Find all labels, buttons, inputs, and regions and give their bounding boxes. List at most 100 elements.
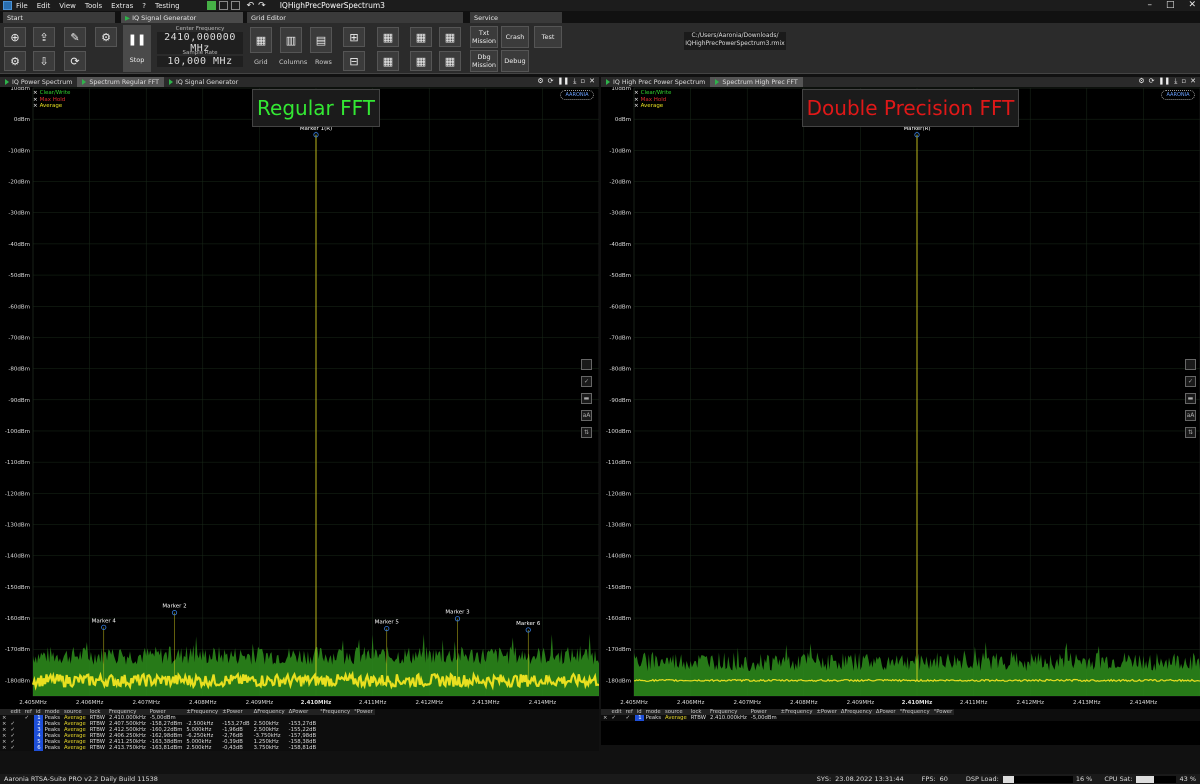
close-icon[interactable]: ✕ <box>1188 0 1196 10</box>
sync-icon[interactable]: ⟳ <box>1149 77 1155 86</box>
minimize-icon[interactable]: – <box>1147 0 1152 10</box>
legend-toggle-icon[interactable]: × <box>634 103 639 110</box>
rows-label[interactable]: Rows <box>315 58 332 66</box>
device-settings-icon[interactable]: ⚙ <box>95 27 117 47</box>
list-view-icon[interactable] <box>218 1 228 10</box>
gear-icon[interactable]: ⚙ <box>537 77 543 86</box>
menu-tools[interactable]: Tools <box>85 2 102 10</box>
crash-button[interactable]: Crash <box>501 26 529 48</box>
pause-icon[interactable]: ❚❚ <box>1159 77 1171 86</box>
settings-icon[interactable]: ⚙ <box>4 51 26 71</box>
close-icon[interactable]: ✕ <box>589 77 595 86</box>
tab-service[interactable]: Service <box>470 12 562 23</box>
layout-c-icon[interactable]: ▦ <box>410 27 432 47</box>
font-size-icon[interactable]: aA <box>1185 410 1196 421</box>
txt-mission-button[interactable]: Txt Mission <box>470 26 498 48</box>
pin-icon[interactable]: ▫ <box>1181 77 1186 86</box>
table-cell[interactable]: × <box>601 715 609 721</box>
layout-a-icon[interactable]: ▦ <box>377 27 399 47</box>
download-icon[interactable]: ⤓ <box>573 77 576 86</box>
table-header[interactable]: °Power <box>931 709 955 715</box>
table-cell[interactable]: ✓ <box>609 715 623 721</box>
redo-icon[interactable]: ↷ <box>258 1 266 11</box>
pause-icon[interactable]: ❚❚ <box>558 77 570 86</box>
table-row[interactable]: × ✓ 6 Peaks Average RTBW 2.413.750kHz -163,81dB… <box>0 745 375 751</box>
debug-button[interactable]: Debug <box>501 50 529 72</box>
download-icon[interactable]: ⤓ <box>1174 77 1177 86</box>
table-header[interactable]: °Power <box>352 709 375 715</box>
table-header[interactable]: ΔFrequency <box>838 709 874 715</box>
left-plot-area[interactable]: 10dBm 0dBm -10dBm -20dBm -30dBm -40dBm -50dBm -… <box>0 87 599 708</box>
table-header[interactable]: edit <box>8 709 23 715</box>
columns-icon[interactable]: ▥ <box>280 27 302 53</box>
sample-rate-value[interactable]: 10,000 MHz <box>157 56 243 67</box>
sync-icon[interactable]: ⟳ <box>548 77 554 86</box>
layout-split-h-icon[interactable]: ⊞ <box>343 27 365 47</box>
layout-e-icon[interactable]: ▦ <box>439 27 461 47</box>
right-plot-area[interactable]: 10dBm 0dBm -10dBm -20dBm -30dBm -40dBm -50dBm -… <box>601 87 1200 708</box>
menu-edit[interactable]: Edit <box>37 2 51 10</box>
font-size-icon[interactable]: aA <box>581 410 592 421</box>
layout-split-v-icon[interactable]: ⊟ <box>343 51 365 71</box>
grid-icon[interactable]: ▦ <box>250 27 272 53</box>
table-header[interactable]: ±Frequency <box>778 709 815 715</box>
tab-spectrum-high-prec-fft[interactable]: Spectrum High Prec FFT <box>710 77 803 87</box>
pin-icon[interactable]: ▫ <box>580 77 585 86</box>
rows-icon[interactable]: ▤ <box>310 27 332 53</box>
scale-icon[interactable]: ⇅ <box>1185 427 1196 438</box>
maximize-icon[interactable]: □ <box>1166 0 1175 10</box>
refresh-icon[interactable]: ⟳ <box>64 51 86 71</box>
bar-icon[interactable]: ▬ <box>581 393 592 404</box>
columns-label[interactable]: Columns <box>279 58 307 66</box>
table-header[interactable]: ±Power <box>814 709 839 715</box>
table-header[interactable]: ΔPower <box>873 709 898 715</box>
layout-b-icon[interactable]: ▦ <box>377 51 399 71</box>
table-cell[interactable]: ✓ <box>8 745 22 751</box>
download-icon[interactable]: ⇩ <box>33 51 55 71</box>
tab-spectrum-regular-fft[interactable]: Spectrum Regular FFT <box>77 77 165 87</box>
tab-iq-signal-generator-panel[interactable]: IQ Signal Generator <box>164 77 243 87</box>
box-icon[interactable] <box>581 359 592 370</box>
table-row[interactable]: × ✓ ✓ 1 Peaks Average RTBW 2.410.000kHz -5,00dBm <box>601 715 954 721</box>
undo-icon[interactable]: ↶ <box>247 1 255 11</box>
layout-f-icon[interactable]: ▦ <box>439 51 461 71</box>
menu-view[interactable]: View <box>59 2 76 10</box>
upload-icon[interactable]: ⇪ <box>33 27 55 47</box>
left-spectrum-chart[interactable]: 10dBm 0dBm -10dBm -20dBm -30dBm -40dBm -50dBm -… <box>0 87 599 708</box>
tab-iq-power-spectrum[interactable]: IQ Power Spectrum <box>0 77 77 87</box>
tab-iq-signal-generator[interactable]: ▶ IQ Signal Generator <box>121 12 243 23</box>
layout-d-icon[interactable]: ▦ <box>410 51 432 71</box>
sample-rate-control[interactable]: Sample Rate 10,000 MHz <box>157 50 243 67</box>
menu-testing[interactable]: Testing <box>155 2 180 10</box>
box-icon[interactable] <box>1185 359 1196 370</box>
grid-label[interactable]: Grid <box>254 58 268 66</box>
tab-iq-high-prec-power-spectrum[interactable]: IQ High Prec Power Spectrum <box>601 77 710 87</box>
comment-icon[interactable]: ✎ <box>64 27 86 47</box>
edit-mode-icon[interactable] <box>206 1 216 10</box>
legend-toggle-icon[interactable]: × <box>33 103 38 110</box>
table-header[interactable]: ±Frequency <box>184 709 221 715</box>
menu-extras[interactable]: Extras <box>111 2 133 10</box>
test-button[interactable]: Test <box>534 26 562 48</box>
tab-grid-editor[interactable]: Grid Editor <box>247 12 463 23</box>
check-icon[interactable]: ✓ <box>1185 376 1196 387</box>
menu-file[interactable]: File <box>16 2 28 10</box>
table-header[interactable]: °Frequency <box>897 709 932 715</box>
right-spectrum-chart[interactable]: 10dBm 0dBm -10dBm -20dBm -30dBm -40dBm -50dBm -… <box>601 87 1200 708</box>
stop-button[interactable]: ❚❚ Stop <box>123 25 151 72</box>
table-cell[interactable]: ✓ <box>624 715 635 721</box>
window-icon[interactable] <box>230 1 240 10</box>
table-cell[interactable] <box>23 745 34 751</box>
close-icon[interactable]: ✕ <box>1190 77 1196 86</box>
bar-icon[interactable]: ▬ <box>1185 393 1196 404</box>
tab-start[interactable]: Start <box>3 12 115 23</box>
dbg-mission-button[interactable]: Dbg Mission <box>470 50 498 72</box>
add-icon[interactable]: ⊕ <box>4 27 26 47</box>
scale-icon[interactable]: ⇅ <box>581 427 592 438</box>
table-header[interactable]: °Frequency <box>318 709 353 715</box>
check-icon[interactable]: ✓ <box>581 376 592 387</box>
gear-icon[interactable]: ⚙ <box>1138 77 1144 86</box>
table-header[interactable]: ΔFrequency <box>251 709 287 715</box>
menu-help[interactable]: ? <box>142 2 146 10</box>
table-cell[interactable]: × <box>0 745 8 751</box>
